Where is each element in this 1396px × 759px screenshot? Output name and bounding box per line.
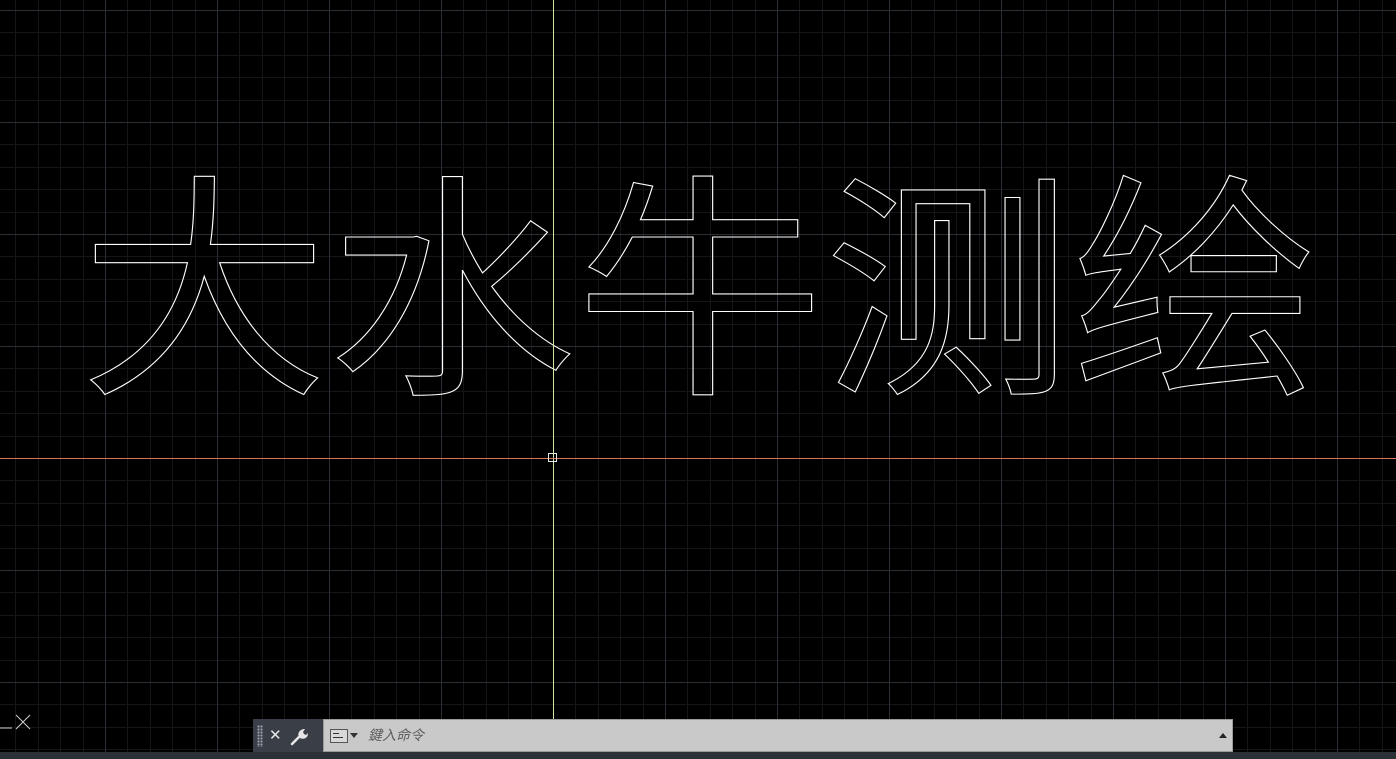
crosshair-vertical-line (553, 0, 554, 752)
outline-text-label: 大水牛测绘 (80, 156, 1320, 418)
command-line-controls: ✕ (253, 719, 323, 752)
caret-down-icon (350, 733, 358, 738)
command-input[interactable] (362, 722, 1214, 749)
command-prompt-dropdown[interactable] (328, 725, 362, 747)
close-icon[interactable]: ✕ (269, 728, 282, 743)
command-input-area (323, 719, 1233, 752)
crosshair-horizontal-line (0, 458, 1396, 459)
command-prompt-icon (330, 728, 348, 743)
ucs-icon (0, 714, 31, 730)
cursor-pickbox (548, 453, 557, 462)
command-history-button[interactable] (1214, 720, 1232, 751)
command-line-bar: ✕ (253, 719, 1233, 752)
chevron-up-icon (1219, 733, 1227, 738)
drag-grip-handle[interactable] (257, 724, 263, 747)
outline-text-entity[interactable]: 大水牛测绘 (70, 118, 1330, 433)
wrench-icon[interactable] (288, 725, 310, 747)
status-strip (0, 752, 1396, 759)
drawing-area[interactable]: 大水牛测绘 ✕ (0, 0, 1396, 759)
